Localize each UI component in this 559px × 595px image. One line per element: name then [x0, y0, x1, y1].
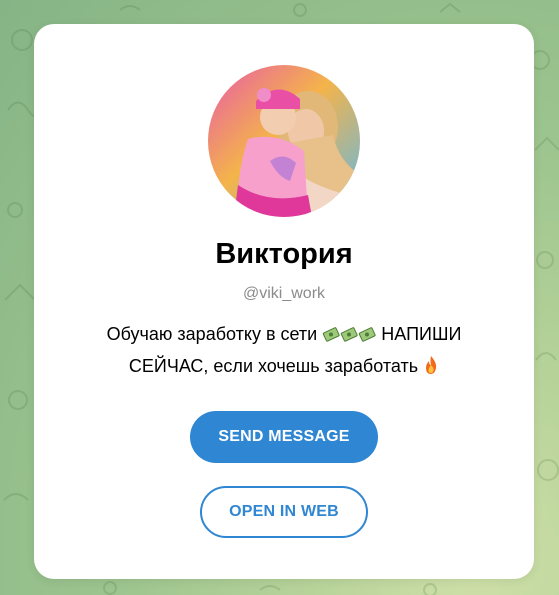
bio-text-part1: Обучаю заработку в сети	[106, 324, 318, 344]
fire-icon	[423, 355, 439, 384]
avatar	[208, 65, 360, 217]
money-with-wings-icon	[358, 323, 376, 352]
profile-bio: Обучаю заработку в сети НАПИШИ СЕЙЧАС, е…	[74, 320, 494, 384]
profile-username: @viki_work	[242, 285, 326, 302]
send-message-button[interactable]: SEND MESSAGE	[190, 411, 378, 463]
profile-name: Виктория	[215, 238, 353, 270]
open-in-web-button[interactable]: OPEN IN WEB	[200, 486, 368, 538]
profile-card: Виктория @viki_work Обучаю заработку в с…	[34, 24, 534, 579]
money-with-wings-icon	[322, 323, 340, 352]
money-with-wings-icon	[340, 323, 358, 352]
